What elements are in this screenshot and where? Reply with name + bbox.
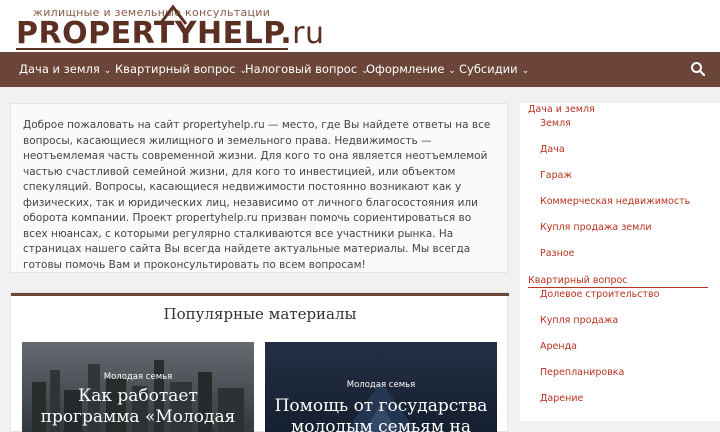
nav-item-subsidii[interactable]: Субсидии ⌄: [459, 52, 529, 87]
logo-text-left: PROPERT: [16, 16, 175, 51]
article-card[interactable]: Молодая семья Как работает программа «Мо…: [22, 342, 254, 432]
nav-item-label: Налоговый вопрос: [245, 62, 358, 76]
sidebar-category-kvartirny[interactable]: Квартирный вопрос: [528, 275, 628, 286]
sidebar-item[interactable]: Долевое строительство: [540, 289, 659, 300]
chevron-down-icon: ⌄: [448, 66, 456, 76]
nav-item-kvartirny[interactable]: Квартирный вопрос ⌄: [115, 52, 247, 87]
nav-item-dacha[interactable]: Дача и земля ⌄: [19, 52, 111, 87]
nav-item-label: Субсидии: [459, 62, 518, 76]
chevron-down-icon: ⌄: [103, 66, 112, 76]
nav-item-label: Оформление: [366, 62, 445, 76]
nav-item-nalogovy[interactable]: Налоговый вопрос ⌄: [245, 52, 369, 87]
nav-item-label: Дача и земля: [19, 62, 100, 76]
sidebar-item[interactable]: Купля продажа: [540, 315, 618, 326]
house-roof-icon: [158, 4, 188, 25]
search-icon[interactable]: [690, 61, 706, 77]
sidebar-item[interactable]: Коммерческая недвижимость: [540, 196, 690, 207]
card-category-badge: Молодая семья: [103, 372, 173, 382]
logo-underline: [16, 48, 288, 50]
sidebar-item[interactable]: Перепланировка: [540, 367, 624, 378]
sidebar-item[interactable]: Земля: [540, 118, 571, 129]
card-title-line1: Как работает: [78, 386, 198, 406]
main-nav: Дача и земля ⌄ Квартирный вопрос ⌄ Налогов…: [0, 52, 720, 87]
sidebar: Дача и земля Земля Дача Гараж Коммерческ…: [520, 103, 720, 421]
card-title-line1: Помощь от государства: [274, 396, 488, 416]
card-title-line2: программа «Молодая: [40, 407, 236, 427]
intro-text: Доброе пожаловать на сайт propertyhelp.r…: [23, 119, 491, 271]
card-category-badge: Молодая семья: [346, 380, 416, 390]
sidebar-item[interactable]: Купля продажа земли: [540, 222, 652, 233]
nav-item-label: Квартирный вопрос: [115, 62, 236, 76]
sidebar-item[interactable]: Аренда: [540, 341, 577, 352]
logo-text-ru: ru: [292, 16, 325, 51]
popular-title: Популярные материалы: [163, 305, 357, 323]
site-header: жилищные и земельные консультации PROPER…: [0, 0, 720, 52]
article-card[interactable]: Молодая семья Помощь от государства моло…: [265, 342, 497, 432]
sidebar-item[interactable]: Разное: [540, 248, 574, 259]
logo-text-right: HELP.: [197, 16, 293, 51]
chevron-down-icon: ⌄: [521, 66, 530, 76]
sidebar-category-dacha[interactable]: Дача и земля: [528, 104, 595, 115]
sidebar-item[interactable]: Дарение: [540, 393, 583, 404]
sidebar-item[interactable]: Дача: [540, 144, 565, 155]
intro-box: Доброе пожаловать на сайт propertyhelp.r…: [10, 103, 508, 273]
card-title-line2: молодым семьям на: [291, 417, 471, 432]
popular-accent-bar: [11, 293, 509, 296]
nav-item-oformlenie[interactable]: Оформление ⌄: [366, 52, 456, 87]
sidebar-divider: [528, 287, 708, 288]
sidebar-item[interactable]: Гараж: [540, 170, 572, 181]
